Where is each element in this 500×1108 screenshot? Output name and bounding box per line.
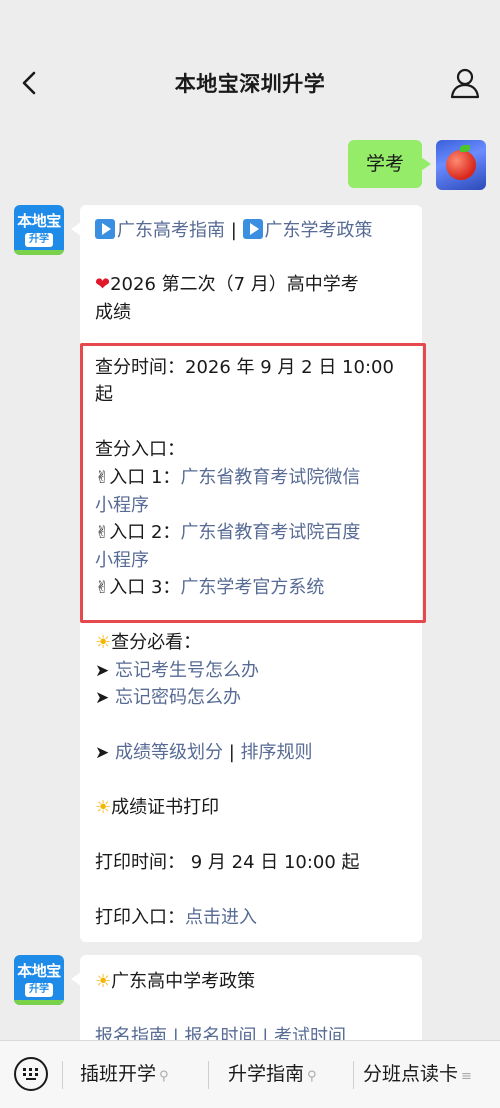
apple-icon — [446, 150, 476, 180]
bot-avatar-logo-text: 本地宝 — [17, 962, 61, 980]
outgoing-message-bubble[interactable]: 学考 — [347, 140, 432, 188]
link-icon: ⚲ — [307, 1069, 317, 1084]
policy-title: 广东高中学考政策 — [111, 971, 256, 992]
page-title: 本地宝深圳升学 — [174, 72, 326, 96]
menu-tab-transfer[interactable]: 插班开学 ⚲ — [80, 1059, 169, 1089]
forgot-exam-no-line: ➤ 忘记考生号怎么办 — [95, 657, 259, 685]
menu-divider — [62, 1061, 63, 1089]
bot-avatar[interactable]: 本地宝 升学 — [14, 955, 64, 1005]
sun-icon: ☀ — [95, 797, 112, 818]
must-read-text: 查分必看： — [111, 632, 202, 653]
bot-avatar-strip — [14, 250, 64, 255]
forgot-password-link[interactable]: 忘记密码怎么办 — [115, 687, 241, 708]
arrow-bullet-icon: ➤ — [95, 661, 110, 681]
ranking-rules-link[interactable]: 排序规则 — [241, 742, 313, 763]
must-read-line: ☀查分必看： — [95, 629, 201, 656]
menu-tab-class-card-label: 分班点读卡 — [363, 1063, 459, 1085]
menu-divider — [353, 1061, 354, 1089]
click-enter-link[interactable]: 点击进入 — [185, 907, 257, 928]
sun-icon: ☀ — [95, 632, 112, 653]
guangdong-xuekao-policy-link[interactable]: 广东学考政策 — [265, 220, 373, 241]
policy-title-line: ☀广东高中学考政策 — [95, 968, 255, 995]
menu-tab-guide-label: 升学指南 — [228, 1063, 305, 1085]
play-icon — [95, 219, 115, 239]
play-icon — [242, 219, 263, 239]
arrow-bullet-icon: ➤ — [95, 688, 110, 708]
link-icon: ⚲ — [159, 1069, 169, 1084]
bot-avatar-sub-text: 升学 — [25, 233, 53, 247]
forgot-exam-number-link[interactable]: 忘记考生号怎么办 — [115, 660, 259, 681]
menu-divider — [208, 1061, 209, 1089]
top-bar: 本地宝深圳升学 — [0, 0, 500, 118]
print-entry-label: 打印入口： — [95, 907, 185, 928]
sun-icon: ☀ — [95, 971, 112, 992]
menu-tab-transfer-label: 插班开学 — [80, 1063, 157, 1085]
user-avatar[interactable] — [436, 140, 486, 190]
highlight-box — [80, 343, 426, 623]
bot-avatar-strip — [14, 1000, 64, 1005]
bottom-menu-bar: 插班开学 ⚲ 升学指南 ⚲ 分班点读卡 ≡ — [0, 1040, 500, 1108]
link-divider: | — [230, 220, 237, 241]
menu-tab-guide[interactable]: 升学指南 ⚲ — [228, 1059, 317, 1089]
menu-list-icon: ≡ — [461, 1069, 472, 1084]
forgot-password-line: ➤ 忘记密码怎么办 — [95, 684, 241, 712]
outgoing-message: 学考 — [347, 140, 486, 190]
bot-avatar-sub-text: 升学 — [25, 983, 53, 997]
heart-icon: ❤ — [95, 274, 111, 295]
grade-level-line: ➤ 成绩等级划分 | 排序规则 — [95, 739, 313, 767]
leaf-icon — [460, 145, 470, 152]
menu-tab-class-card[interactable]: 分班点读卡 ≡ — [363, 1059, 472, 1089]
print-time-line: 打印时间： 9 月 24 日 10:00 起 — [95, 852, 360, 873]
keyboard-icon[interactable] — [14, 1057, 48, 1091]
arrow-bullet-icon: ➤ — [95, 743, 110, 763]
print-entry-line: 打印入口：点击进入 — [95, 904, 257, 931]
bot-avatar[interactable]: 本地宝 升学 — [14, 205, 64, 255]
certificate-text: 成绩证书打印 — [111, 797, 220, 818]
headline-text-1: 2026 第二次（7 月）高中学考 — [110, 274, 359, 295]
guangdong-gaokao-guide-link[interactable]: 广东高考指南 — [117, 220, 225, 241]
certificate-line: ☀成绩证书打印 — [95, 794, 219, 821]
user-profile-icon[interactable] — [448, 66, 482, 100]
headline-line-1: ❤2026 第二次（7 月）高中学考 — [95, 271, 359, 298]
bot-avatar-logo-text: 本地宝 — [17, 212, 61, 230]
card-links-row: 广东高考指南 | 广东学考政策 — [95, 216, 373, 244]
grade-levels-link[interactable]: 成绩等级划分 — [115, 742, 223, 763]
headline-line-2: 成绩 — [95, 302, 131, 323]
link-divider: | — [228, 742, 235, 763]
